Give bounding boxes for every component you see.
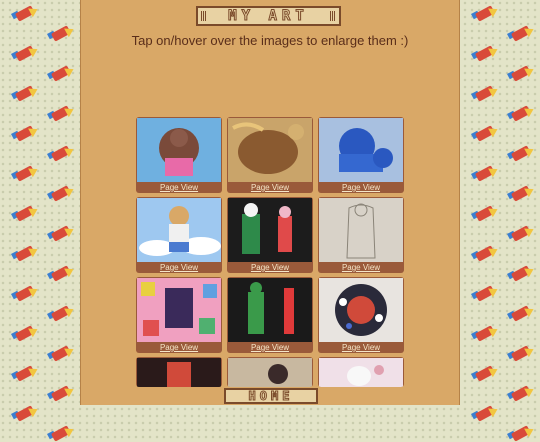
art-thumbnail[interactable] <box>228 118 312 182</box>
pencil-icon <box>11 284 40 302</box>
art-thumbnail[interactable] <box>137 118 221 182</box>
pencil-icon <box>47 224 76 242</box>
pencil-icon <box>507 64 536 82</box>
page-title-banner: MY ART <box>196 6 341 26</box>
page-view-link[interactable]: Page View <box>136 262 222 273</box>
pencil-icon <box>507 264 536 282</box>
pencil-icon <box>11 244 40 262</box>
art-card[interactable]: Page View <box>318 117 404 193</box>
home-label[interactable]: HOME <box>248 389 294 404</box>
art-gallery: Page View Page View Page View Page View <box>136 117 406 387</box>
pencil-icon <box>507 224 536 242</box>
art-thumbnail[interactable] <box>228 358 312 387</box>
art-card[interactable] <box>227 357 313 387</box>
pencil-icon <box>471 284 500 302</box>
art-thumbnail[interactable] <box>137 198 221 262</box>
pencil-icon <box>47 264 76 282</box>
pencil-icon <box>11 404 40 422</box>
pencil-icon <box>11 324 40 342</box>
left-pencil-pattern <box>0 0 80 442</box>
pencil-icon <box>47 64 76 82</box>
art-card[interactable]: Page View <box>136 117 222 193</box>
art-card[interactable] <box>318 357 404 387</box>
pencil-icon <box>471 244 500 262</box>
art-thumbnail[interactable] <box>319 358 403 387</box>
pencil-icon <box>471 124 500 142</box>
pencil-icon <box>471 84 500 102</box>
home-button[interactable]: HOME <box>224 388 318 404</box>
art-card[interactable]: Page View <box>136 277 222 353</box>
page-view-link[interactable]: Page View <box>227 342 313 353</box>
pencil-icon <box>47 344 76 362</box>
page-title: MY ART <box>228 8 309 25</box>
pencil-icon <box>471 364 500 382</box>
pencil-icon <box>47 144 76 162</box>
art-card[interactable]: Page View <box>227 117 313 193</box>
pencil-icon <box>47 184 76 202</box>
pencil-icon <box>471 404 500 422</box>
art-card[interactable]: Page View <box>318 197 404 273</box>
pencil-icon <box>507 384 536 402</box>
pencil-icon <box>507 24 536 42</box>
pencil-icon <box>507 344 536 362</box>
art-thumbnail[interactable] <box>319 198 403 262</box>
pencil-icon <box>507 424 536 442</box>
pencil-icon <box>507 304 536 322</box>
art-card[interactable]: Page View <box>227 277 313 353</box>
art-thumbnail[interactable] <box>137 278 221 342</box>
pencil-icon <box>507 104 536 122</box>
instructions-text: Tap on/hover over the images to enlarge … <box>131 33 409 48</box>
pencil-icon <box>11 204 40 222</box>
pencil-icon <box>47 424 76 442</box>
pencil-icon <box>47 24 76 42</box>
content-panel: MY ART Tap on/hover over the images to e… <box>80 0 460 405</box>
right-pencil-pattern <box>460 0 540 442</box>
pencil-icon <box>47 104 76 122</box>
pencil-icon <box>11 4 40 22</box>
pencil-icon <box>471 4 500 22</box>
art-thumbnail[interactable] <box>319 118 403 182</box>
page-view-link[interactable]: Page View <box>136 342 222 353</box>
pencil-icon <box>47 384 76 402</box>
art-card[interactable] <box>136 357 222 387</box>
page-view-link[interactable]: Page View <box>136 182 222 193</box>
pencil-icon <box>11 44 40 62</box>
page-view-link[interactable]: Page View <box>318 342 404 353</box>
pencil-icon <box>471 44 500 62</box>
pencil-icon <box>11 164 40 182</box>
pencil-icon <box>471 204 500 222</box>
art-card[interactable]: Page View <box>318 277 404 353</box>
page-view-link[interactable]: Page View <box>318 262 404 273</box>
art-thumbnail[interactable] <box>137 358 221 387</box>
page-view-link[interactable]: Page View <box>318 182 404 193</box>
pencil-icon <box>507 144 536 162</box>
art-card[interactable]: Page View <box>227 197 313 273</box>
art-thumbnail[interactable] <box>319 278 403 342</box>
pencil-icon <box>11 84 40 102</box>
pencil-icon <box>471 164 500 182</box>
pencil-icon <box>507 184 536 202</box>
pencil-icon <box>471 324 500 342</box>
page-view-link[interactable]: Page View <box>227 182 313 193</box>
art-thumbnail[interactable] <box>228 278 312 342</box>
art-thumbnail[interactable] <box>228 198 312 262</box>
art-card[interactable]: Page View <box>136 197 222 273</box>
pencil-icon <box>11 124 40 142</box>
pencil-icon <box>11 364 40 382</box>
page-view-link[interactable]: Page View <box>227 262 313 273</box>
pencil-icon <box>47 304 76 322</box>
